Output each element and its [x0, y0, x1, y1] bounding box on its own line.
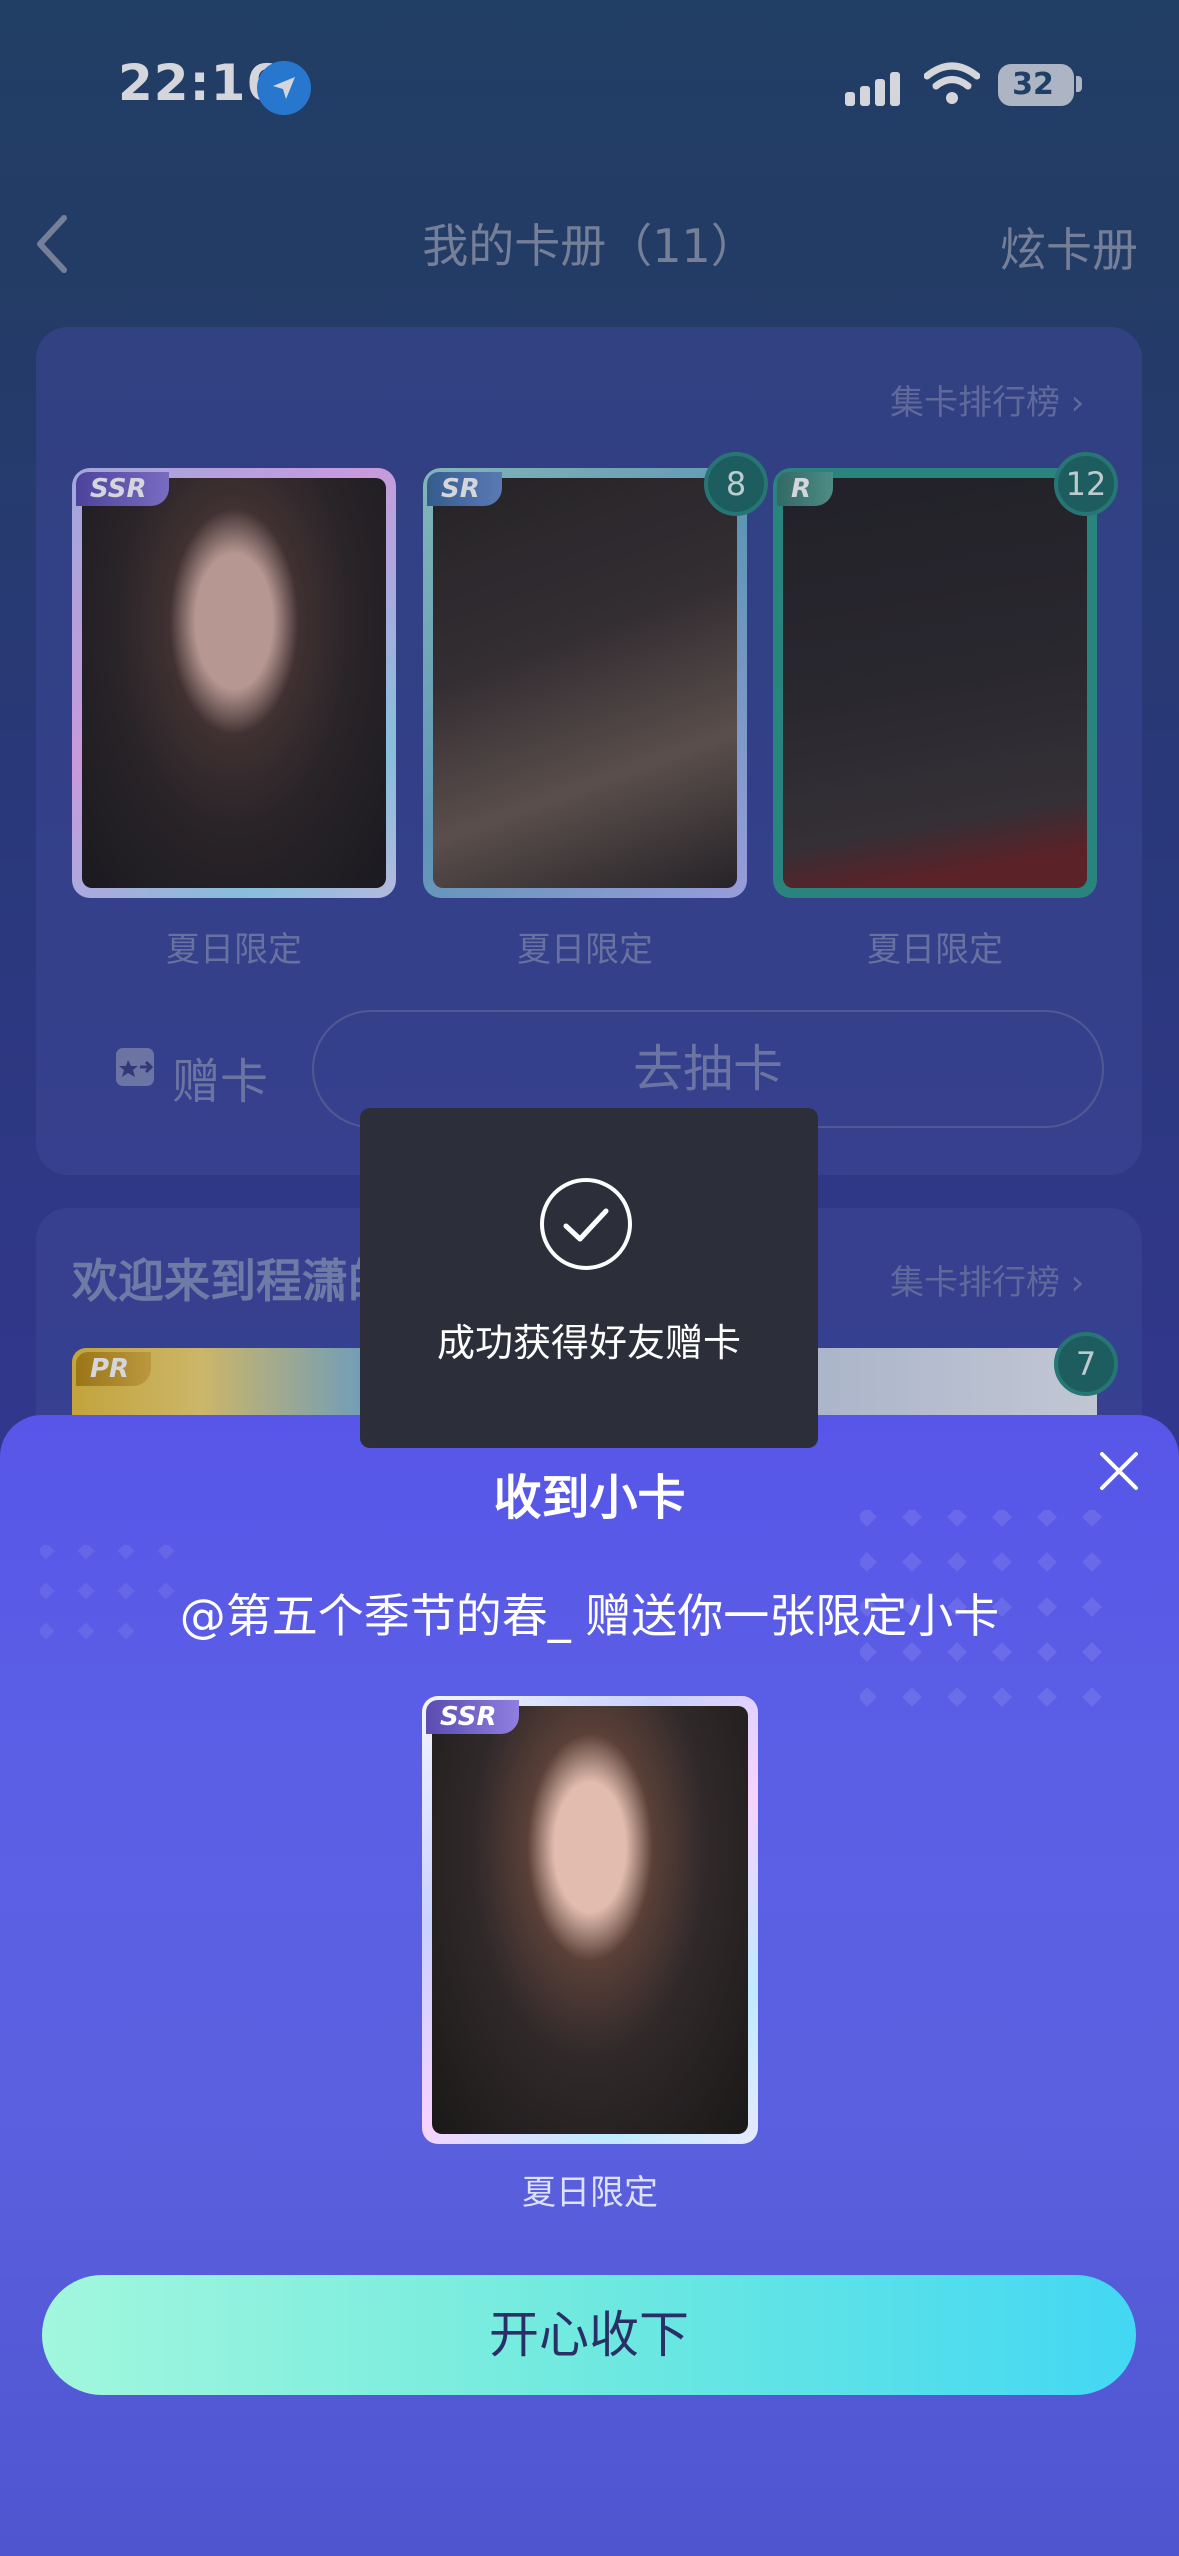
- card-photo: [432, 1706, 748, 2134]
- toast-message: 成功获得好友赠卡: [436, 1321, 741, 1365]
- received-card: [422, 1696, 758, 2144]
- accept-button[interactable]: 开心收下: [42, 2275, 1136, 2395]
- rarity-badge: SSR: [426, 1700, 519, 1734]
- sheet-decoration: [857, 1507, 1160, 1810]
- sheet-title: 收到小卡: [493, 1470, 686, 1526]
- gift-message: @第五个季节的春_ 赠送你一张限定小卡: [179, 1589, 1000, 1643]
- check-circle-icon: [540, 1178, 632, 1270]
- success-toast: [360, 1108, 818, 1448]
- close-icon[interactable]: [1098, 1450, 1140, 1496]
- card-caption: 夏日限定: [522, 2173, 658, 2213]
